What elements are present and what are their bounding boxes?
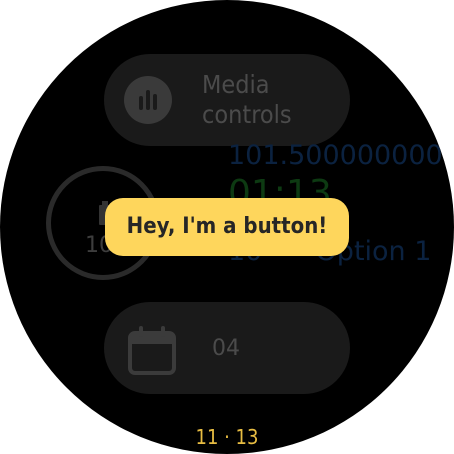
long-number-readout: 101.5000000000 xyxy=(228,140,454,171)
calendar-chip[interactable]: 04 xyxy=(104,302,350,394)
hey-button[interactable]: Hey, I'm a button! xyxy=(105,198,349,256)
bars-icon xyxy=(124,76,172,124)
watch-screen: Media controls 101.5000000000 01:13 10 O… xyxy=(0,0,454,454)
status-time: 11 · 13 xyxy=(195,425,259,449)
media-controls-chip[interactable]: Media controls xyxy=(104,54,350,146)
calendar-icon xyxy=(126,324,178,376)
calendar-value: 04 xyxy=(212,336,240,361)
media-controls-label: Media controls xyxy=(202,70,292,129)
